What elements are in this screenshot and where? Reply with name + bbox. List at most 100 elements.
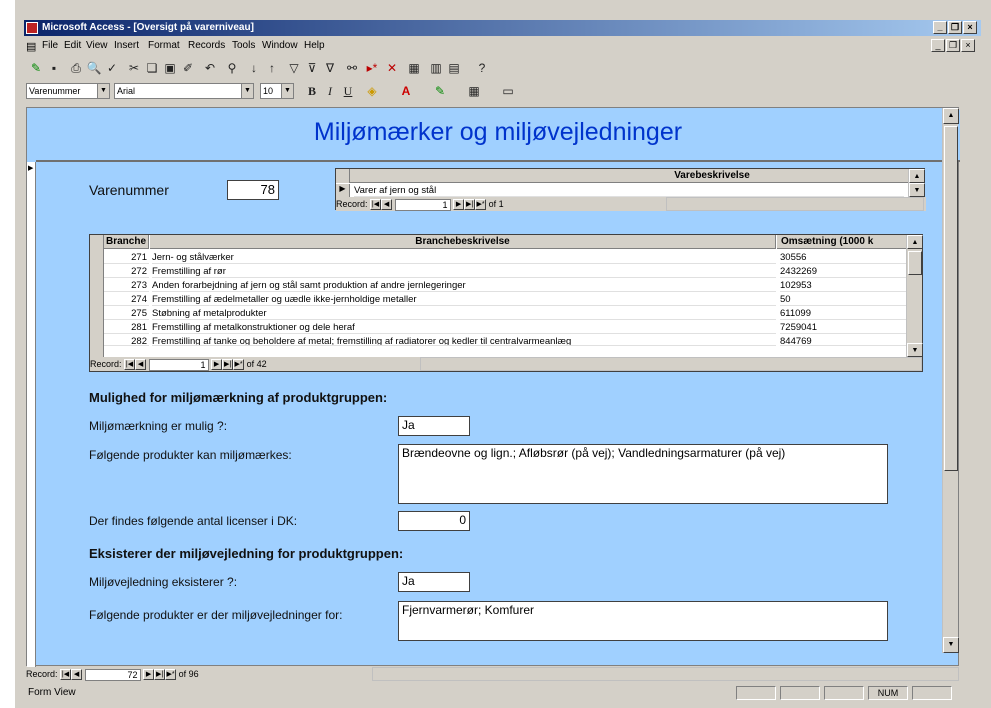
first-record-icon[interactable]: |◀ — [124, 359, 136, 371]
menu-view[interactable]: View — [86, 40, 108, 51]
bold-icon[interactable]: B — [304, 83, 320, 99]
first-record-icon[interactable]: |◀ — [60, 669, 72, 681]
doc-minimize-button[interactable]: _ — [931, 39, 945, 52]
new-object-icon[interactable]: ▤ — [446, 60, 462, 76]
print-preview-icon[interactable]: 🔍 — [86, 60, 102, 76]
vejledning-produkter-field[interactable]: Fjernvarmerør; Komfurer — [398, 601, 888, 641]
fill-color-icon[interactable]: ◈ — [364, 83, 380, 99]
spelling-icon[interactable]: ✓ — [104, 60, 120, 76]
delete-record-icon[interactable]: ✕ — [384, 60, 400, 76]
special-effect-icon[interactable]: ▭ — [500, 83, 516, 99]
record-number-field[interactable]: 72 — [84, 668, 141, 681]
print-icon[interactable]: ⎙ — [68, 60, 84, 76]
menu-help[interactable]: Help — [304, 40, 325, 51]
scroll-thumb[interactable] — [944, 126, 958, 471]
menu-tools[interactable]: Tools — [232, 40, 255, 51]
scroll-up-icon[interactable]: ▲ — [943, 108, 959, 124]
properties-icon[interactable]: ▦ — [406, 60, 422, 76]
object-combo[interactable]: Varenummer ▼ — [26, 83, 110, 99]
branchebeskrivelse-cell[interactable]: Støbning af metalprodukter — [152, 307, 776, 320]
scroll-thumb[interactable] — [908, 251, 922, 275]
cut-icon[interactable]: ✂ — [126, 60, 142, 76]
apply-filter-icon[interactable]: ∇ — [322, 60, 338, 76]
branchebeskrivelse-cell[interactable]: Fremstilling af rør — [152, 265, 776, 278]
font-color-icon[interactable]: A — [398, 83, 414, 99]
varebeskrivelse-cell[interactable]: Varer af jern og stål — [354, 184, 904, 197]
varenummer-field[interactable]: 78 — [227, 180, 279, 200]
paste-icon[interactable]: ▣ — [162, 60, 178, 76]
last-record-icon[interactable]: ▶| — [464, 199, 476, 211]
produkter-field[interactable]: Brændeovne og lign.; Afløbsrør (på vej);… — [398, 444, 888, 504]
branche-cell[interactable]: 275 — [104, 307, 149, 320]
varebeskrivelse-row-selector[interactable]: ▶ — [336, 184, 350, 197]
menu-format[interactable]: Format — [148, 40, 180, 51]
prev-record-icon[interactable]: ◀ — [381, 199, 393, 211]
omsaetning-cell[interactable]: 50 — [780, 293, 907, 306]
menu-records[interactable]: Records — [188, 40, 225, 51]
branchebeskrivelse-cell[interactable]: Fremstilling af tanke og beholdere af me… — [152, 335, 776, 346]
branchebeskrivelse-cell[interactable]: Fremstilling af metalkonstruktioner og d… — [152, 321, 776, 334]
format-painter-icon[interactable]: ✐ — [180, 60, 196, 76]
copy-icon[interactable]: ❏ — [144, 60, 160, 76]
branchebeskrivelse-cell[interactable]: Anden forarbejdning af jern og stål samt… — [152, 279, 776, 292]
document-icon[interactable]: ▤ — [26, 40, 36, 53]
underline-icon[interactable]: U — [340, 83, 356, 99]
omsaetning-cell[interactable]: 7259041 — [780, 321, 907, 334]
omsaetning-cell[interactable]: 30556 — [780, 251, 907, 264]
undo-icon[interactable]: ↶ — [202, 60, 218, 76]
minimize-button[interactable]: _ — [933, 21, 947, 34]
chevron-down-icon[interactable]: ▼ — [97, 84, 109, 98]
branche-cell[interactable]: 272 — [104, 265, 149, 278]
main-hscroll[interactable] — [372, 667, 959, 681]
omsaetning-cell[interactable]: 102953 — [780, 279, 907, 292]
insert-hyperlink-icon[interactable]: ⚲ — [224, 60, 240, 76]
find-icon[interactable]: ⚯ — [344, 60, 360, 76]
scroll-up-icon[interactable]: ▲ — [907, 235, 923, 249]
branchebeskrivelse-cell[interactable]: Jern- og stålværker — [152, 251, 776, 264]
branche-cell[interactable]: 281 — [104, 321, 149, 334]
access-app-icon[interactable] — [26, 22, 38, 34]
omsaetning-cell[interactable]: 611099 — [780, 307, 907, 320]
branchebeskrivelse-col-header[interactable]: Branchebeskrivelse — [150, 235, 776, 249]
chevron-down-icon[interactable]: ▼ — [241, 84, 253, 98]
database-window-icon[interactable]: ▥ — [428, 60, 444, 76]
menu-insert[interactable]: Insert — [114, 40, 139, 51]
varebeskrivelse-vscroll[interactable]: ▲ ▼ — [908, 169, 925, 197]
size-combo[interactable]: 10 ▼ — [260, 83, 294, 99]
filter-by-form-icon[interactable]: ⊽ — [304, 60, 320, 76]
licenser-field[interactable]: 0 — [398, 511, 470, 531]
branche-cell[interactable]: 274 — [104, 293, 149, 306]
omsaetning-col-header[interactable]: Omsætning (1000 k — [777, 235, 907, 249]
scroll-down-icon[interactable]: ▼ — [943, 637, 959, 653]
vejledning-field[interactable]: Ja — [398, 572, 470, 592]
branchebeskrivelse-cell[interactable]: Fremstilling af ædelmetaller og uædle ik… — [152, 293, 776, 306]
scroll-down-icon[interactable]: ▼ — [907, 343, 923, 357]
prev-record-icon[interactable]: ◀ — [135, 359, 147, 371]
menu-edit[interactable]: Edit — [64, 40, 81, 51]
menu-file[interactable]: File — [42, 40, 58, 51]
branche-col-header[interactable]: Branche — [104, 235, 149, 249]
menu-window[interactable]: Window — [262, 40, 298, 51]
new-record-icon[interactable]: ▸* — [364, 60, 380, 76]
branche-cell[interactable]: 273 — [104, 279, 149, 292]
form-vertical-scrollbar[interactable]: ▲ ▼ — [942, 108, 959, 653]
varebeskrivelse-hscroll[interactable] — [666, 197, 924, 211]
next-record-icon[interactable]: ▶ — [143, 669, 155, 681]
help-icon[interactable]: ? — [474, 60, 490, 76]
first-record-icon[interactable]: |◀ — [370, 199, 382, 211]
record-number-field[interactable]: 1 — [148, 358, 209, 371]
view-icon[interactable]: ✎ — [28, 60, 44, 76]
scroll-down-icon[interactable]: ▼ — [909, 183, 925, 197]
omsaetning-cell[interactable]: 844769 — [780, 335, 907, 346]
sort-ascending-icon[interactable]: ↓ — [246, 60, 262, 76]
last-record-icon[interactable]: ▶| — [222, 359, 234, 371]
omsaetning-cell[interactable]: 2432269 — [780, 265, 907, 278]
record-selector[interactable]: ▶ — [27, 162, 36, 667]
italic-icon[interactable]: I — [322, 83, 338, 99]
next-record-icon[interactable]: ▶ — [211, 359, 223, 371]
sort-descending-icon[interactable]: ↑ — [264, 60, 280, 76]
prev-record-icon[interactable]: ◀ — [71, 669, 83, 681]
line-width-icon[interactable]: ▦ — [466, 83, 482, 99]
close-button[interactable]: × — [963, 21, 977, 34]
doc-restore-button[interactable]: ❐ — [946, 39, 960, 52]
